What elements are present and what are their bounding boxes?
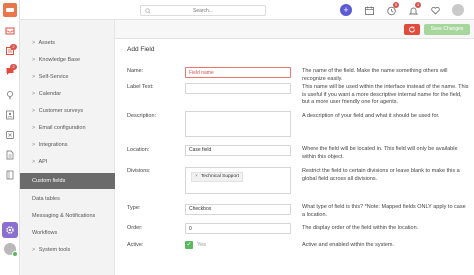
description-help: A description of your field and what it … — [302, 113, 440, 119]
nav-item-label: System tools — [38, 247, 71, 253]
chat-badge: 2 — [10, 64, 17, 70]
division-chip-label: Technical Support — [200, 174, 239, 179]
active-label: Active: — [127, 242, 144, 248]
divisions-multiselect[interactable]: × Technical Support — [185, 167, 291, 194]
discard-icon — [409, 26, 415, 33]
contacts-icon[interactable] — [5, 110, 15, 120]
nav-item-label: Knowledge Base — [38, 57, 81, 63]
chevron-right-icon: > — [32, 159, 36, 165]
nav-item-label: Custom fields — [32, 178, 66, 184]
label-text-help: This name will be used within the interf… — [302, 84, 469, 105]
active-checkbox-label: Yes — [197, 242, 206, 248]
inbox-icon[interactable] — [5, 26, 15, 36]
chevron-right-icon: > — [32, 57, 36, 63]
nav-item-label: Data tables — [32, 196, 60, 202]
order-help: The display order of the field within th… — [302, 225, 419, 231]
search-icon — [145, 8, 151, 14]
save-changes-button[interactable]: Save Changes — [424, 24, 470, 35]
reports-icon[interactable] — [5, 130, 15, 140]
delete-button[interactable] — [404, 24, 420, 35]
type-select[interactable]: Checkbox — [185, 204, 291, 215]
nav-item-label: Messaging & Notifications — [32, 213, 96, 219]
order-label: Order: — [127, 225, 143, 231]
remove-chip-icon[interactable]: × — [195, 174, 198, 179]
add-button[interactable]: + — [340, 4, 352, 16]
lightbulb-icon[interactable] — [5, 90, 15, 100]
user-menu-avatar[interactable] — [452, 4, 464, 16]
location-help: Where the field will be located in. This… — [302, 146, 458, 160]
settings-nav: > Assets > Knowledge Base > Self-Service… — [20, 20, 115, 275]
tasks-badge: 5 — [393, 2, 399, 8]
nav-item-data-tables[interactable]: Data tables — [20, 191, 115, 207]
heart-icon[interactable] — [430, 5, 441, 16]
description-label: Description: — [127, 113, 157, 119]
form-toolbar: Save Changes — [115, 20, 474, 39]
document-icon[interactable] — [5, 150, 15, 160]
icon-rail: 2 2 — [0, 0, 20, 275]
nav-item-calendar[interactable]: > Calendar — [20, 86, 115, 102]
nav-item-label: Self-Service — [38, 74, 69, 80]
nav-item-label: Email configuration — [38, 125, 86, 131]
nav-item-customer-surveys[interactable]: > Customer surveys — [20, 103, 115, 119]
chevron-right-icon: > — [32, 142, 36, 148]
nav-item-label: API — [38, 159, 48, 165]
nav-item-label: Workflows — [32, 230, 58, 236]
chevron-right-icon: > — [32, 125, 36, 131]
nav-item-messaging-notifications[interactable]: Messaging & Notifications — [20, 208, 115, 224]
nav-item-email-configuration[interactable]: > Email configuration — [20, 120, 115, 136]
nav-item-integrations[interactable]: > Integrations — [20, 137, 115, 153]
nav-item-api[interactable]: > API — [20, 154, 115, 170]
nav-item-self-service[interactable]: > Self-Service — [20, 69, 115, 85]
name-field[interactable] — [185, 67, 291, 78]
location-select[interactable]: Case field — [185, 145, 291, 156]
nav-item-workflows[interactable]: Workflows — [20, 225, 115, 241]
nav-item-assets[interactable]: > Assets — [20, 35, 115, 51]
search-box[interactable] — [140, 5, 266, 16]
search-input[interactable] — [141, 6, 265, 15]
notifications-badge: 4 — [415, 2, 421, 8]
order-field[interactable] — [185, 223, 291, 234]
type-help: What type of field is this? *Note: Mappe… — [302, 204, 466, 218]
label-text-label: Label Text: — [127, 84, 154, 90]
nav-item-label: Calendar — [38, 91, 62, 97]
name-label: Name: — [127, 68, 144, 74]
top-bar: + 5 4 — [20, 0, 474, 20]
nav-item-label: Customer surveys — [38, 108, 84, 114]
add-field-form: Add Field Name: The name of the field. M… — [115, 39, 474, 275]
nav-item-system-tools[interactable]: > System tools — [20, 242, 115, 258]
description-field[interactable] — [185, 111, 291, 137]
avatar[interactable] — [4, 243, 18, 257]
division-chip: × Technical Support — [191, 172, 243, 182]
page-title: Add Field — [127, 46, 155, 53]
location-label: Location: — [127, 147, 150, 153]
chevron-right-icon: > — [32, 247, 36, 253]
nav-item-label: Assets — [38, 40, 55, 46]
chevron-right-icon: > — [32, 74, 36, 80]
chevron-right-icon: > — [32, 108, 36, 114]
divisions-help: Restrict the field to certain divisions … — [302, 168, 460, 182]
active-checkbox[interactable]: ✓ — [185, 241, 193, 249]
chevron-right-icon: > — [32, 91, 36, 97]
gear-icon — [6, 226, 14, 234]
type-label: Type: — [127, 205, 141, 211]
nav-item-custom-fields[interactable]: Custom fields — [20, 173, 115, 189]
tickets-badge: 2 — [10, 44, 17, 50]
chevron-right-icon: > — [32, 40, 36, 46]
app-logo[interactable] — [3, 3, 17, 17]
name-help: The name of the field. Make the name som… — [302, 68, 448, 82]
settings-button[interactable] — [2, 222, 18, 238]
label-text-field[interactable] — [185, 83, 291, 94]
nav-item-knowledge-base[interactable]: > Knowledge Base — [20, 52, 115, 68]
nav-item-label: Integrations — [38, 142, 68, 148]
active-help: Active and enabled within the system. — [302, 242, 395, 248]
calendar-icon[interactable] — [364, 5, 375, 16]
book-icon[interactable] — [5, 170, 15, 180]
divisions-label: Divisions: — [127, 168, 151, 174]
